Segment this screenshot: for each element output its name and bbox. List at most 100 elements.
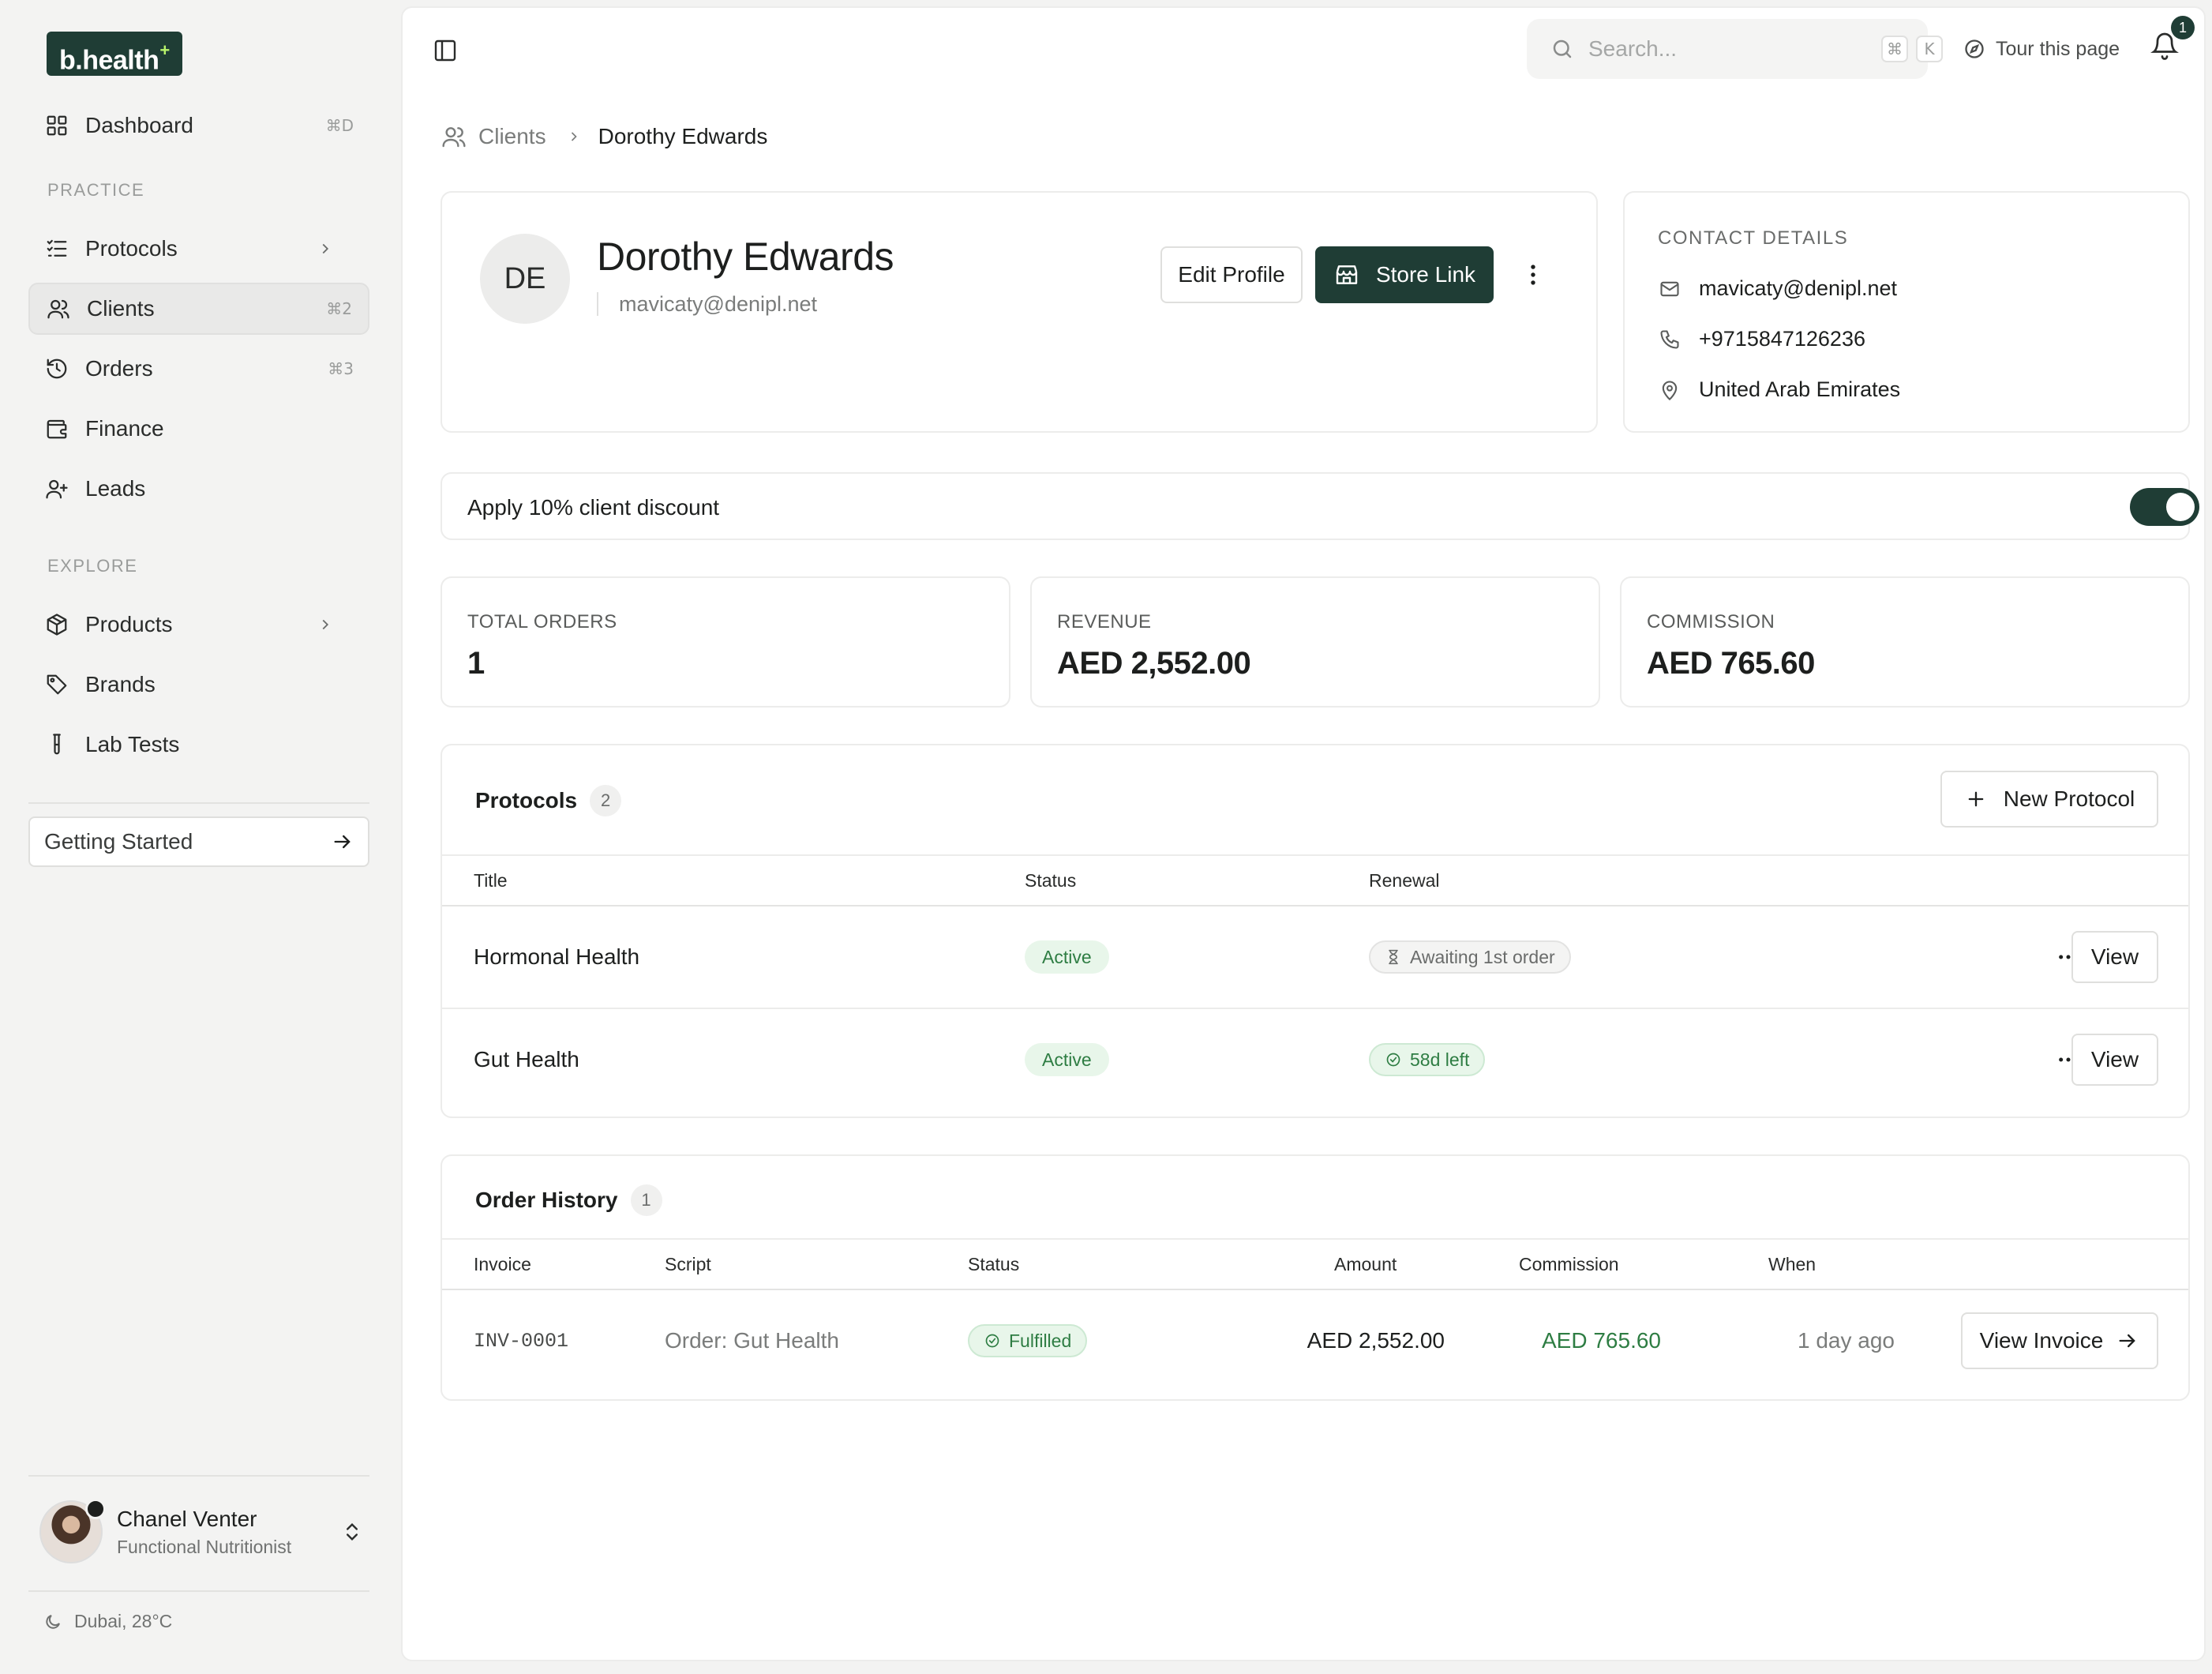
users-icon [46, 296, 71, 321]
sidebar-item-label: Clients [87, 296, 155, 321]
table-row: INV-0001 Order: Gut Health Fulfilled AED… [442, 1290, 2188, 1393]
profile-card: DE Dorothy Edwards mavicaty@denipl.net E… [441, 191, 1598, 433]
section-label-practice: PRACTICE [47, 180, 145, 200]
contact-details-card: CONTACT DETAILS mavicaty@denipl.net +971… [1623, 191, 2190, 433]
protocols-header: Protocols 2 [475, 785, 622, 816]
order-history-card: Order History 1 Invoice Script Status Am… [441, 1154, 2190, 1401]
protocols-title: Protocols [475, 788, 578, 813]
user-name: Chanel Venter [117, 1506, 257, 1531]
column-header-title: Title [474, 870, 508, 891]
discount-label: Apply 10% client discount [467, 495, 720, 520]
discount-toggle[interactable] [2130, 488, 2199, 526]
list-check-icon [44, 236, 69, 261]
view-invoice-button[interactable]: View Invoice [1961, 1312, 2158, 1369]
logo-mark: + [159, 40, 170, 60]
test-tube-icon [44, 732, 69, 757]
breadcrumb: Clients Dorothy Edwards [441, 123, 767, 150]
chevrons-up-down-icon [341, 1521, 363, 1543]
tour-button[interactable]: Tour this page [1963, 32, 2120, 66]
weather-widget: Dubai, 28°C [43, 1611, 172, 1632]
breadcrumb-current: Dorothy Edwards [598, 124, 768, 148]
store-link-button[interactable]: Store Link [1315, 246, 1494, 303]
sidebar-item-dashboard[interactable]: Dashboard ⌘D [28, 99, 369, 152]
stat-label: TOTAL ORDERS [467, 611, 617, 632]
shortcut-hint: ⌘3 [328, 359, 354, 378]
moon-icon [43, 1612, 63, 1632]
sidebar-divider [28, 802, 369, 804]
order-when: 1 day ago [1798, 1328, 1895, 1353]
view-protocol-button[interactable]: View [2071, 1034, 2158, 1086]
orders-header: Order History 1 [475, 1184, 662, 1216]
user-plus-icon [44, 476, 69, 501]
new-protocol-button[interactable]: New Protocol [1940, 771, 2158, 828]
user-menu[interactable]: Chanel Venter Functional Nutritionist [39, 1499, 363, 1565]
discount-card: Apply 10% client discount [441, 472, 2199, 540]
orders-table-header: Invoice Script Status Amount Commission … [442, 1238, 2188, 1290]
status-cell: Active [1025, 906, 1109, 1008]
more-vertical-icon[interactable] [1517, 259, 1549, 291]
contact-email[interactable]: mavicaty@denipl.net [1699, 276, 1897, 301]
status-badge: Active [1025, 940, 1109, 974]
stat-value: AED 765.60 [1647, 646, 1815, 681]
brand-logo[interactable]: b.health+ [47, 32, 182, 76]
new-protocol-label: New Protocol [2003, 786, 2135, 811]
getting-started-button[interactable]: Getting Started [28, 816, 369, 867]
order-script: Order: Gut Health [665, 1328, 839, 1353]
stat-card-revenue: REVENUE AED 2,552.00 [1030, 576, 1600, 708]
sidebar-item-protocols[interactable]: Protocols [28, 223, 369, 275]
compass-icon [1963, 37, 1986, 61]
sidebar-divider [28, 1590, 369, 1592]
grid-icon [44, 113, 69, 138]
sidebar-item-brands[interactable]: Brands [28, 659, 369, 711]
protocols-card: Protocols 2 New Protocol Title Status Re… [441, 744, 2190, 1118]
renewal-text: Awaiting 1st order [1410, 946, 1555, 967]
column-header-renewal: Renewal [1369, 870, 1440, 891]
tour-label: Tour this page [1996, 37, 2120, 60]
sidebar-item-finance[interactable]: Finance [28, 403, 369, 455]
sidebar-item-label: Finance [85, 416, 164, 441]
store-link-label: Store Link [1375, 262, 1476, 287]
sidebar-item-orders[interactable]: Orders ⌘3 [28, 343, 369, 395]
column-header-status: Status [1025, 870, 1077, 891]
table-row: Gut Health Active 58d left View [442, 1009, 2188, 1112]
sidebar-item-products[interactable]: Products [28, 599, 369, 651]
renewal-text: 58d left [1410, 1049, 1470, 1070]
main-panel: ⌘ K Tour this page 1 Clients Dorothy Edw… [401, 6, 2206, 1661]
hourglass-icon [1385, 948, 1402, 966]
breadcrumb-parent-link[interactable]: Clients [478, 124, 546, 149]
phone-icon [1658, 328, 1681, 351]
view-cell: View [2071, 1009, 2158, 1110]
contact-details-title: CONTACT DETAILS [1658, 227, 1849, 249]
protocol-title: Gut Health [474, 1047, 579, 1072]
search-icon [1550, 36, 1574, 62]
contact-location: United Arab Emirates [1699, 377, 1901, 401]
sidebar-toggle-icon[interactable] [431, 36, 459, 65]
protocol-title: Hormonal Health [474, 944, 640, 969]
stat-label: REVENUE [1057, 611, 1152, 632]
check-circle-icon [984, 1332, 1001, 1349]
sidebar-item-clients[interactable]: Clients ⌘2 [28, 283, 369, 335]
table-row: Hormonal Health Active Awaiting 1st orde… [442, 906, 2188, 1009]
protocols-table-header: Title Status Renewal [442, 854, 2188, 906]
logo-text: b.health [59, 45, 159, 76]
view-protocol-button[interactable]: View [2071, 931, 2158, 983]
edit-profile-button[interactable]: Edit Profile [1160, 246, 1303, 303]
sidebar-item-lab-tests[interactable]: Lab Tests [28, 719, 369, 771]
contact-location-row: United Arab Emirates [1658, 377, 1900, 402]
kbd-cmd: ⌘ [1881, 36, 1908, 62]
orders-title: Order History [475, 1188, 618, 1212]
notification-badge: 1 [2171, 16, 2195, 39]
weather-text: Dubai, 28°C [74, 1611, 173, 1631]
stat-card-total-orders: TOTAL ORDERS 1 [441, 576, 1010, 708]
kbd-k: K [1916, 36, 1943, 62]
sidebar-item-leads[interactable]: Leads [28, 463, 369, 515]
contact-phone[interactable]: +9715847126236 [1699, 327, 1865, 351]
search-bar[interactable]: ⌘ K [1527, 19, 1943, 79]
invoice-number: INV-0001 [474, 1329, 569, 1353]
user-role: Functional Nutritionist [117, 1536, 292, 1557]
sidebar-item-label: Lab Tests [85, 732, 180, 756]
protocols-count-badge: 2 [590, 785, 622, 816]
client-email: mavicaty@denipl.net [597, 292, 817, 316]
search-input[interactable] [1588, 36, 1873, 62]
column-header-when: When [1768, 1254, 1816, 1274]
